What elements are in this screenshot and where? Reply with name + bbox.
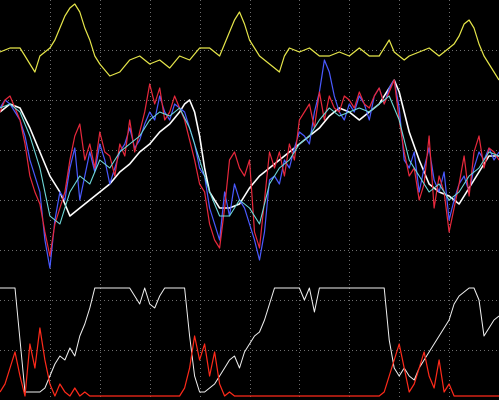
chart-svg: [0, 0, 499, 400]
series-line-red-bottom: [0, 327, 499, 397]
line-chart-plot: [0, 0, 499, 400]
series-line-white-bottom: [0, 287, 499, 393]
series-line-yellow: [0, 3, 499, 81]
chart-grid: [0, 0, 499, 400]
